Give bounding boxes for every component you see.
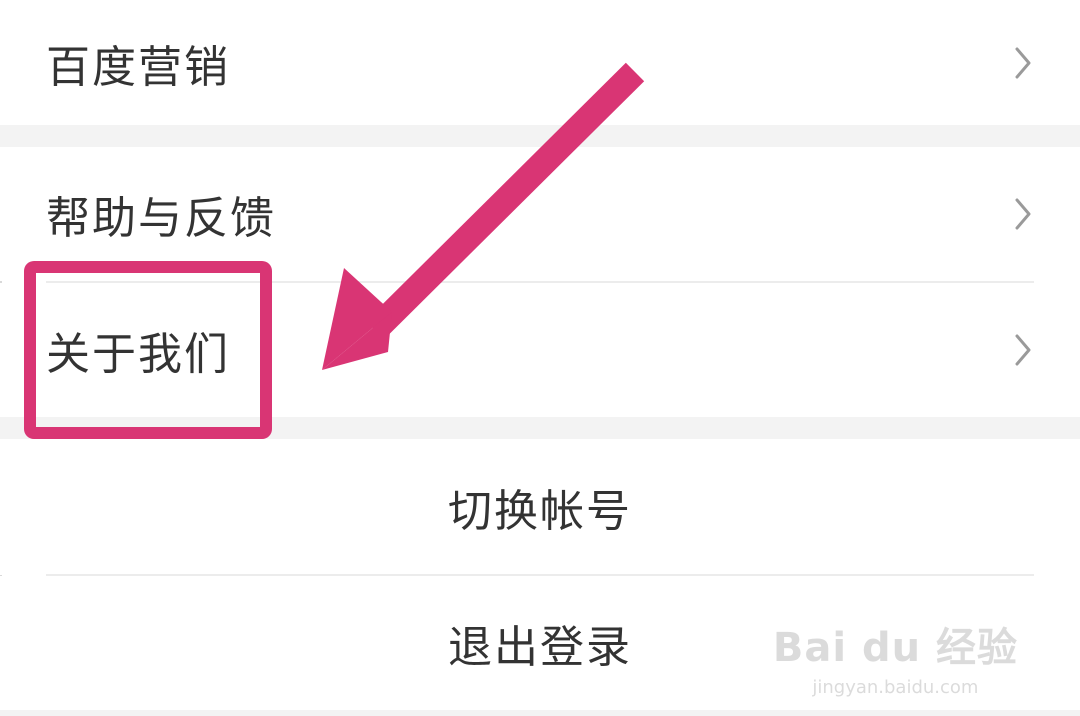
pointer-arrow-icon: [322, 62, 645, 370]
watermark-logo: Bai du 经验: [772, 625, 1018, 671]
baidu-jingyan-watermark: Bai du 经验 jingyan.baidu.com: [773, 615, 1018, 698]
watermark-url: jingyan.baidu.com: [812, 677, 979, 698]
